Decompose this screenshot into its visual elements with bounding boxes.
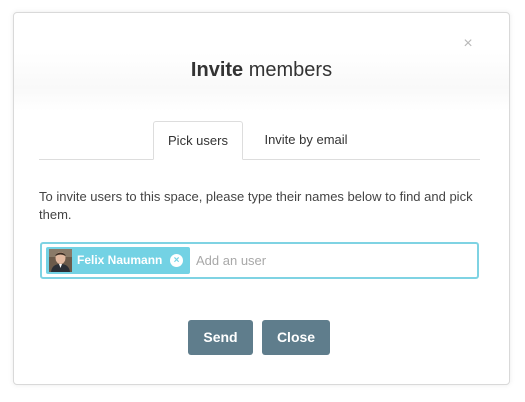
- dialog-title-strong: Invite: [190, 59, 244, 81]
- tab-invite-by-email[interactable]: Invite by email: [251, 121, 361, 159]
- dialog-title: Invite members: [14, 59, 509, 82]
- selected-user-name: Felix Naumann: [77, 253, 163, 267]
- invite-members-dialog: × Invite members Pick users Invite by em…: [13, 12, 510, 385]
- close-icon[interactable]: ×: [461, 36, 475, 52]
- user-picker-field[interactable]: Felix Naumann ×: [40, 242, 479, 279]
- user-avatar: [49, 249, 72, 272]
- send-button[interactable]: Send: [188, 320, 253, 355]
- tab-bar: Pick users Invite by email: [39, 121, 480, 160]
- remove-circle-icon[interactable]: ×: [170, 254, 183, 267]
- selected-user-chip: Felix Naumann ×: [46, 247, 190, 274]
- tab-pick-users[interactable]: Pick users: [153, 121, 243, 160]
- dialog-title-rest: members: [243, 59, 333, 81]
- add-user-input[interactable]: [196, 248, 466, 273]
- close-button[interactable]: Close: [262, 320, 330, 355]
- instructions-text: To invite users to this space, please ty…: [39, 189, 473, 222]
